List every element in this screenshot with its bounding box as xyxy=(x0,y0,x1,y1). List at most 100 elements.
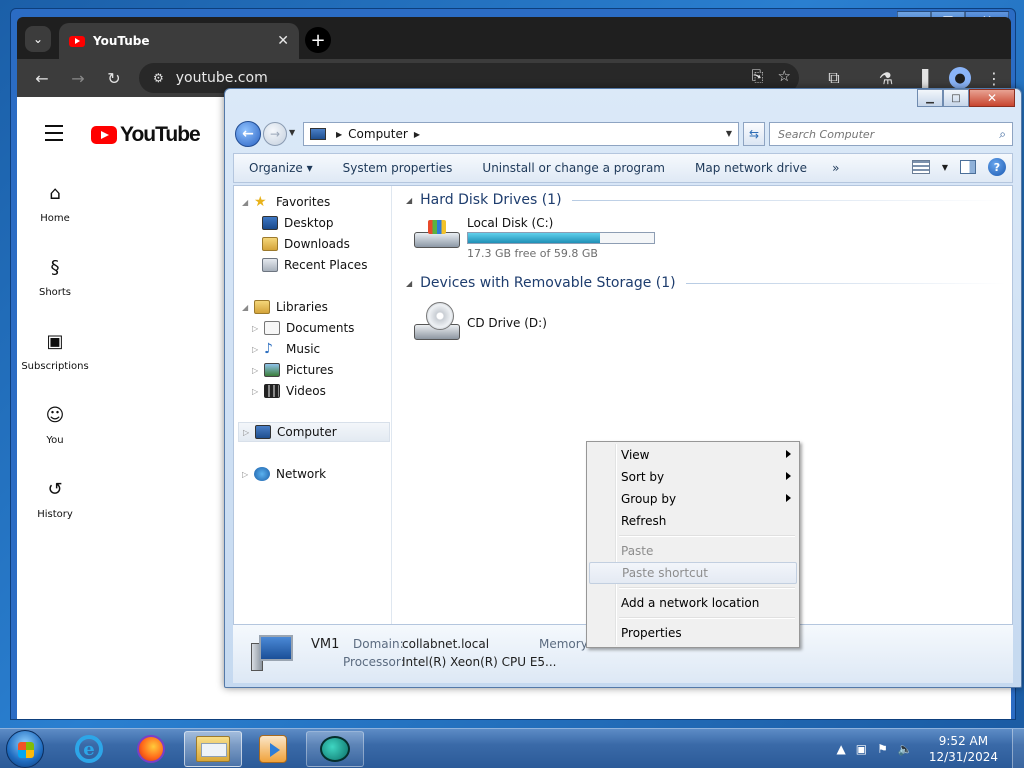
desktop-icon xyxy=(262,216,278,230)
back-arrow-icon[interactable]: ← xyxy=(31,67,53,89)
guide-item-you[interactable]: ☺ You xyxy=(21,399,89,473)
explorer-address-bar[interactable]: ▶ Computer ▶ ▼ xyxy=(303,122,739,146)
labs-flask-icon[interactable]: ⚗ xyxy=(875,67,897,89)
drive-name: Local Disk (C:) xyxy=(467,216,554,230)
breadcrumb-computer[interactable]: Computer xyxy=(348,127,408,141)
profile-avatar-icon[interactable]: ● xyxy=(949,67,971,89)
back-button[interactable]: ← xyxy=(235,121,261,147)
menu-item-view[interactable]: View xyxy=(589,444,797,466)
taskbar-media-player[interactable] xyxy=(244,731,302,767)
nav-item-favorites[interactable]: ◢ ★ Favorites xyxy=(242,192,330,212)
bookmark-star-icon[interactable]: ☆ xyxy=(778,67,791,85)
install-app-icon[interactable]: ⎘ xyxy=(752,67,764,85)
explorer-maximize-button[interactable]: □ xyxy=(943,89,969,107)
breadcrumb-separator-icon[interactable]: ▶ xyxy=(414,130,420,139)
menu-item-label: Properties xyxy=(621,626,682,640)
menu-item-add-network-location[interactable]: Add a network location xyxy=(589,592,797,614)
group-header-hard-disk-drives[interactable]: ◢ Hard Disk Drives (1) xyxy=(406,192,1006,208)
nav-item-recent-places[interactable]: Recent Places xyxy=(262,255,367,275)
computer-icon xyxy=(255,425,271,439)
nav-item-music[interactable]: ▷ ♪ Music xyxy=(252,339,320,359)
processor-label: Processor: xyxy=(343,655,405,669)
recent-pages-dropdown[interactable]: ▼ xyxy=(289,128,295,137)
expand-arrow-icon[interactable]: ▷ xyxy=(242,470,252,479)
nav-item-desktop[interactable]: Desktop xyxy=(262,213,334,233)
address-dropdown-icon[interactable]: ▼ xyxy=(726,129,732,138)
guide-item-subscriptions[interactable]: ▣ Subscriptions xyxy=(21,325,89,399)
menu-item-group-by[interactable]: Group by xyxy=(589,488,797,510)
volume-muted-icon[interactable]: 🔈 xyxy=(898,742,913,756)
nav-item-documents[interactable]: ▷ Documents xyxy=(252,318,354,338)
guide-item-shorts[interactable]: § Shorts xyxy=(21,251,89,325)
guide-item-history[interactable]: ↺ History xyxy=(21,473,89,547)
tab-search-button[interactable]: ⌄ xyxy=(25,26,51,52)
show-hidden-icons-icon[interactable]: ▲ xyxy=(837,742,846,756)
side-panel-icon[interactable]: ▐ xyxy=(911,67,933,89)
collapse-arrow-icon[interactable]: ◢ xyxy=(242,198,252,207)
expand-arrow-icon[interactable]: ▷ xyxy=(243,428,253,437)
expand-arrow-icon[interactable]: ▷ xyxy=(252,345,262,354)
network-status-icon[interactable]: ▣ xyxy=(856,742,867,756)
nav-item-network[interactable]: ▷ Network xyxy=(242,464,326,484)
taskbar-internet-explorer[interactable]: e xyxy=(60,731,118,767)
site-info-icon[interactable]: ⚙ xyxy=(153,71,164,85)
nav-item-label: Network xyxy=(276,467,327,481)
organize-button[interactable]: Organize ▾ xyxy=(234,161,328,175)
refresh-button[interactable]: ⇆ xyxy=(743,122,765,146)
menu-item-paste-shortcut[interactable]: Paste shortcut xyxy=(589,562,797,584)
taskbar-windows-explorer[interactable] xyxy=(184,731,242,767)
guide-item-label: Shorts xyxy=(38,287,72,298)
computer-name: VM1 xyxy=(311,637,340,652)
nav-item-libraries[interactable]: ◢ Libraries xyxy=(242,297,328,317)
help-icon[interactable]: ? xyxy=(988,158,1006,176)
explorer-navigation-bar: ← → ▼ ▶ Computer ▶ ▼ ⇆ ⌕ xyxy=(233,119,1013,149)
forward-arrow-icon[interactable]: → xyxy=(67,67,89,89)
reload-icon[interactable]: ↻ xyxy=(103,67,125,89)
expand-arrow-icon[interactable]: ▷ xyxy=(252,324,262,333)
taskbar-firefox[interactable] xyxy=(122,731,180,767)
expand-arrow-icon[interactable]: ▷ xyxy=(252,387,262,396)
preview-pane-icon[interactable] xyxy=(960,160,976,174)
system-clock[interactable]: 9:52 AM 12/31/2024 xyxy=(929,733,998,765)
tab-youtube[interactable]: YouTube ✕ xyxy=(59,23,299,59)
menu-item-properties[interactable]: Properties xyxy=(589,622,797,644)
explorer-minimize-button[interactable]: ▁ xyxy=(917,89,943,107)
collapse-arrow-icon[interactable]: ◢ xyxy=(242,303,252,312)
map-network-drive-button[interactable]: Map network drive xyxy=(680,161,822,175)
tab-close-icon[interactable]: ✕ xyxy=(277,33,289,49)
nav-item-label: Documents xyxy=(286,321,355,335)
menu-kebab-icon[interactable]: ⋮ xyxy=(983,67,1005,89)
menu-item-sort-by[interactable]: Sort by xyxy=(589,466,797,488)
breadcrumb-separator-icon[interactable]: ▶ xyxy=(336,130,342,139)
change-view-icon[interactable] xyxy=(911,160,930,174)
nav-item-computer[interactable]: ▷ Computer xyxy=(238,422,390,442)
menu-item-paste[interactable]: Paste xyxy=(589,540,797,562)
nav-item-pictures[interactable]: ▷ Pictures xyxy=(252,360,334,380)
nav-item-videos[interactable]: ▷ Videos xyxy=(252,381,326,401)
forward-button[interactable]: → xyxy=(263,122,287,146)
menu-item-refresh[interactable]: Refresh xyxy=(589,510,797,532)
search-box[interactable]: ⌕ xyxy=(769,122,1013,146)
action-center-flag-icon[interactable]: ⚑ xyxy=(877,742,888,756)
youtube-logo[interactable]: YouTube xyxy=(91,123,201,147)
explorer-close-button[interactable]: ✕ xyxy=(969,89,1015,107)
menu-item-label: View xyxy=(621,448,650,462)
start-button[interactable] xyxy=(6,730,44,768)
uninstall-program-button[interactable]: Uninstall or change a program xyxy=(467,161,680,175)
collapse-arrow-icon[interactable]: ◢ xyxy=(406,279,412,288)
view-options-dropdown-icon[interactable]: ▼ xyxy=(942,163,948,172)
extensions-icon[interactable]: ⧉ xyxy=(823,67,845,89)
hamburger-menu-icon[interactable] xyxy=(45,125,63,146)
system-tray: ▲ ▣ ⚑ 🔈 9:52 AM 12/31/2024 xyxy=(837,729,1024,768)
system-properties-button[interactable]: System properties xyxy=(328,161,468,175)
group-header-removable-storage[interactable]: ◢ Devices with Removable Storage (1) xyxy=(406,275,1006,291)
guide-item-home[interactable]: ⌂ Home xyxy=(21,177,89,251)
show-desktop-button[interactable] xyxy=(1012,729,1024,768)
more-commands-button[interactable]: » xyxy=(822,161,849,175)
new-tab-button[interactable]: + xyxy=(305,27,331,53)
expand-arrow-icon[interactable]: ▷ xyxy=(252,366,262,375)
search-input[interactable] xyxy=(778,127,978,141)
collapse-arrow-icon[interactable]: ◢ xyxy=(406,196,412,205)
nav-item-downloads[interactable]: Downloads xyxy=(262,234,350,254)
taskbar-remote-app[interactable] xyxy=(306,731,364,767)
